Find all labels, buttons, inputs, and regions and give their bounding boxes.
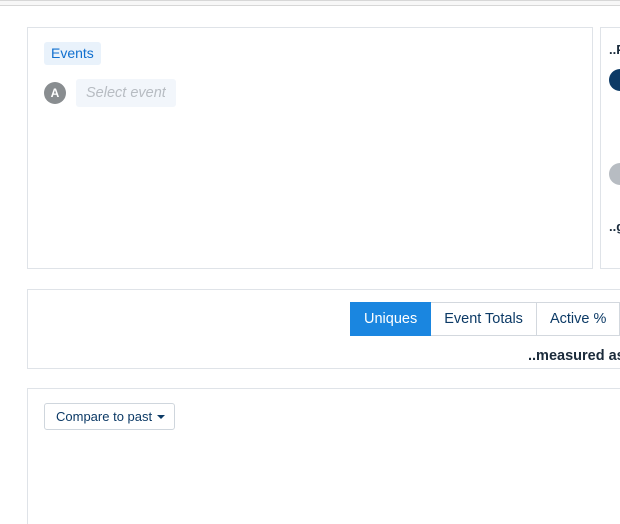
side-label-bottom: ..g [609,219,620,234]
app-root: Events A ..P ..g Uniques Event Totals Ac… [0,0,620,524]
compare-to-past-label: Compare to past [56,409,152,424]
top-chrome-strip [0,0,620,6]
chevron-down-icon [157,415,165,419]
side-panel: ..P ..g [600,27,620,269]
measured-as-label: ..measured as uniq [528,348,620,364]
side-dark-circle[interactable] [609,69,620,91]
event-select-input[interactable] [76,79,176,107]
event-badge-a: A [44,82,66,104]
tab-active-pct[interactable]: Active % [537,302,620,336]
side-label-top: ..P [609,42,620,57]
tab-uniques[interactable]: Uniques [350,302,431,336]
events-panel: Events A [27,27,593,269]
events-tab-pill[interactable]: Events [44,42,101,65]
compare-panel: Compare to past [27,388,620,524]
event-row-a: A [44,79,576,107]
tab-event-totals[interactable]: Event Totals [431,302,537,336]
metric-tabs: Uniques Event Totals Active % Average [350,302,620,336]
compare-to-past-button[interactable]: Compare to past [44,403,175,430]
metrics-panel: Uniques Event Totals Active % Average ..… [27,289,620,369]
side-grey-circle[interactable] [609,163,620,185]
